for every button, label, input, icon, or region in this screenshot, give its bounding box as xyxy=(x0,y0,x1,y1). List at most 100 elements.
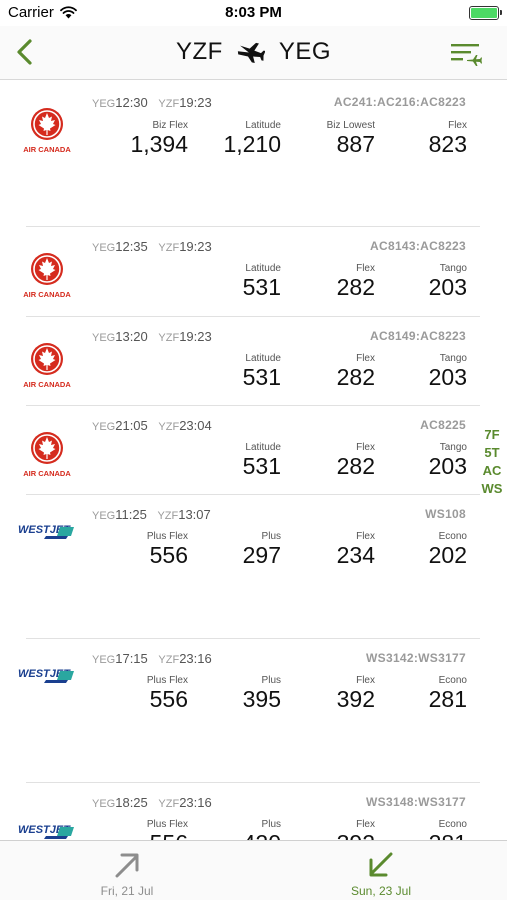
fare-option[interactable]: Flex 282 xyxy=(275,442,375,478)
airline-index-item[interactable]: 5T xyxy=(484,444,499,461)
fare-option[interactable]: Flex392 xyxy=(275,675,375,711)
arrival-time: 23:04 xyxy=(179,418,212,433)
arrival-airport: YZF xyxy=(158,98,180,110)
fare-price: 887 xyxy=(336,131,375,157)
fare-option[interactable]: Biz Lowest 887 xyxy=(275,120,375,156)
westjet-logo: WESTJET xyxy=(16,817,78,840)
fare-option[interactable]: Tango 203 xyxy=(367,353,467,389)
flight-row[interactable]: AIR CANADA YEG12:35 YZF19:23 AC8143:AC82… xyxy=(23,226,480,316)
fare-option[interactable]: Econo281 xyxy=(367,819,467,840)
fare-option[interactable]: Plus 297 xyxy=(181,531,281,567)
flight-row[interactable]: WESTJET YEG17:15 YZF23:16 WS3142:WS3177 … xyxy=(18,638,480,782)
fare-option[interactable]: Latitude 1,210 xyxy=(181,120,281,156)
flight-numbers: AC8143:AC8223 xyxy=(370,239,466,253)
flight-row[interactable]: AIR CANADA YEG12:30 YZF19:23 AC241:AC216… xyxy=(0,80,480,226)
fare-option[interactable]: Flex 282 xyxy=(275,263,375,299)
departure-time: 17:15 xyxy=(115,651,148,666)
fare-option[interactable]: Econo 202 xyxy=(367,531,467,567)
westjet-logo: WESTJET xyxy=(16,517,78,579)
fare-name: Biz Lowest xyxy=(326,120,375,131)
fare-name: Tango xyxy=(439,263,467,274)
arrival-time: 19:23 xyxy=(179,329,212,344)
fare-price: 395 xyxy=(242,686,281,712)
fare-name: Tango xyxy=(439,442,467,453)
arrival-time: 13:07 xyxy=(178,507,211,522)
air-canada-logo-mark: AIR CANADA xyxy=(23,108,71,154)
flight-numbers: WS108 xyxy=(425,507,466,521)
fare-option[interactable]: Flex 823 xyxy=(367,120,467,156)
airline-index: 7F 5T AC WS xyxy=(479,426,505,497)
departure-time: 21:05 xyxy=(115,418,148,433)
fare-price: 203 xyxy=(428,453,467,479)
air-canada-logo: AIR CANADA xyxy=(16,245,78,307)
origin-code: YZF xyxy=(175,38,223,65)
arrival-airport: YZF xyxy=(158,421,180,433)
fare-name: Econo xyxy=(438,675,467,686)
fare-price: 1,210 xyxy=(223,131,281,157)
fare-option[interactable]: Plus Flex556 xyxy=(88,819,188,840)
airline-index-item[interactable]: AC xyxy=(483,462,502,479)
flight-times: YEG21:05 YZF23:04 xyxy=(92,418,219,433)
fare-price: 281 xyxy=(428,686,467,712)
fare-price: 297 xyxy=(242,542,281,568)
fare-option[interactable]: Plus Flex556 xyxy=(88,675,188,711)
arrival-time: 19:23 xyxy=(179,95,212,110)
tab-outbound[interactable]: Fri, 21 Jul xyxy=(0,841,254,900)
fare-option[interactable]: Tango 203 xyxy=(367,442,467,478)
westjet-logo-mark: WESTJET xyxy=(18,524,74,539)
svg-text:AIR CANADA: AIR CANADA xyxy=(23,469,71,478)
fare-price: 556 xyxy=(149,686,188,712)
filter-button[interactable] xyxy=(449,40,483,68)
flight-list[interactable]: AIR CANADA YEG12:30 YZF19:23 AC241:AC216… xyxy=(0,80,507,840)
tab-return[interactable]: Sun, 23 Jul xyxy=(254,841,507,900)
tab-outbound-label: Fri, 21 Jul xyxy=(100,884,154,898)
arrival-time: 23:16 xyxy=(179,795,212,810)
flight-numbers: WS3142:WS3177 xyxy=(366,651,466,665)
battery-icon xyxy=(469,6,502,20)
svg-text:AIR CANADA: AIR CANADA xyxy=(23,290,71,299)
fare-option[interactable]: Latitude 531 xyxy=(181,263,281,299)
airline-index-item[interactable]: 7F xyxy=(484,426,499,443)
fare-name: Econo xyxy=(438,531,467,542)
fare-price: 392 xyxy=(336,686,375,712)
fare-option[interactable]: Tango 203 xyxy=(367,263,467,299)
fare-option[interactable]: Latitude 531 xyxy=(181,442,281,478)
navigation-bar: YZF YEG xyxy=(0,26,507,80)
fare-option[interactable]: Flex 282 xyxy=(275,353,375,389)
fare-price: 282 xyxy=(336,364,375,390)
departure-airport: YEG xyxy=(92,332,116,344)
flight-numbers: AC8225 xyxy=(420,418,466,432)
departure-airport: YEG xyxy=(92,421,116,433)
flight-times: YEG12:35 YZF19:23 xyxy=(92,239,219,254)
flight-row[interactable]: AIR CANADA YEG21:05 YZF23:04 AC8225 Lati… xyxy=(23,405,480,494)
fare-option[interactable]: Plus Flex556 xyxy=(88,531,188,567)
fare-price: 531 xyxy=(242,274,281,300)
flight-row[interactable]: WESTJET YEG18:25 YZF23:16 WS3148:WS3177 … xyxy=(18,782,480,840)
flight-row[interactable]: WESTJET YEG11:25 YZF13:07 WS108 Plus Fle… xyxy=(18,494,480,638)
fare-price: 282 xyxy=(336,453,375,479)
departure-airport: YEG xyxy=(92,510,116,522)
fare-name: Plus xyxy=(261,819,281,830)
arrival-airport: YZF xyxy=(158,242,180,254)
departure-time: 18:25 xyxy=(115,795,148,810)
westjet-logo-mark: WESTJET xyxy=(18,824,74,839)
air-canada-logo: AIR CANADA xyxy=(16,100,78,162)
status-bar: Carrier 8:03 PM xyxy=(0,0,507,26)
fare-option[interactable]: Biz Flex 1,394 xyxy=(88,120,188,156)
airline-index-item[interactable]: WS xyxy=(482,480,503,497)
fare-option[interactable]: Plus420 xyxy=(181,819,281,840)
arrival-airport: YZF xyxy=(158,798,180,810)
tab-return-label: Sun, 23 Jul xyxy=(350,884,412,898)
fare-option[interactable]: Econo281 xyxy=(367,675,467,711)
fare-option[interactable]: Flex392 xyxy=(275,819,375,840)
flight-numbers: WS3148:WS3177 xyxy=(366,795,466,809)
fare-price: 420 xyxy=(181,831,281,840)
fare-price: 531 xyxy=(242,364,281,390)
fare-option[interactable]: Latitude 531 xyxy=(181,353,281,389)
fare-option[interactable]: Plus 395 xyxy=(181,675,281,711)
fare-name: Flex xyxy=(448,120,467,131)
fare-option[interactable]: Flex 234 xyxy=(275,531,375,567)
flight-row[interactable]: AIR CANADA YEG13:20 YZF19:23 AC8149:AC82… xyxy=(23,316,480,405)
air-canada-logo-mark: AIR CANADA xyxy=(23,343,71,389)
route-title: YZF YEG xyxy=(0,38,507,66)
